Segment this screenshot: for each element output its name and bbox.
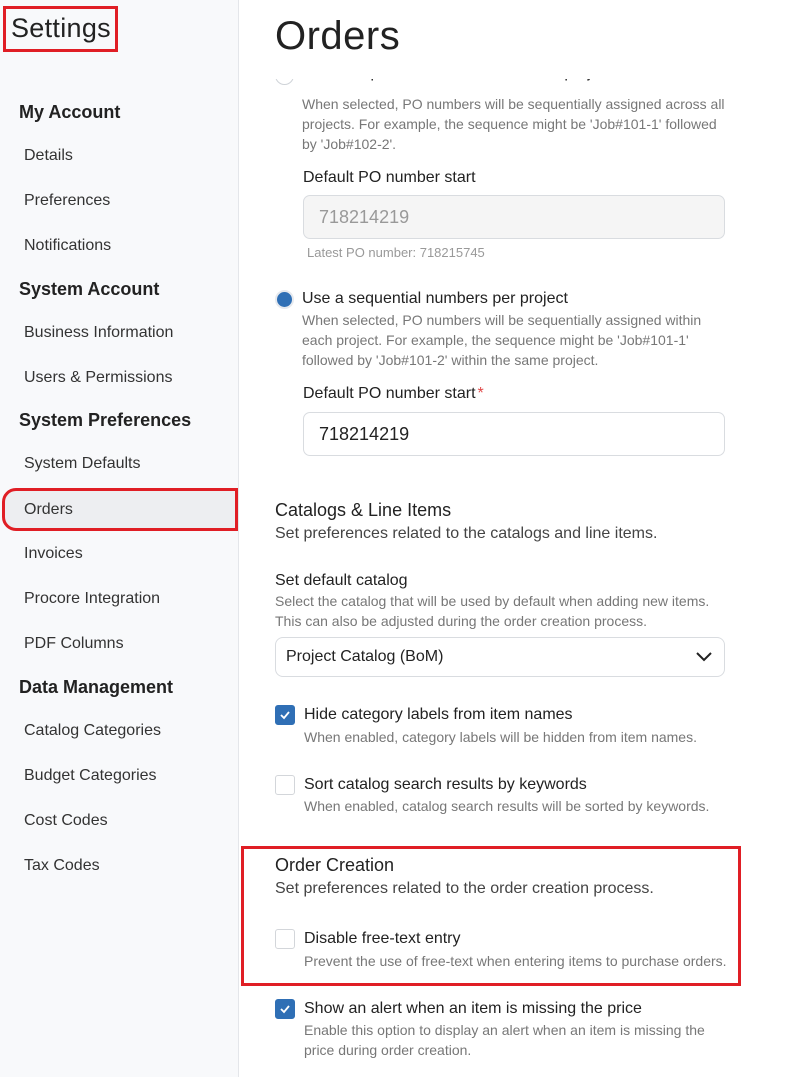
sort-by-keywords-checkbox[interactable] [275,775,295,795]
sidebar-item-catalog-categories[interactable]: Catalog Categories [24,722,161,740]
sidebar-item-budget-categories[interactable]: Budget Categories [24,767,157,785]
radio-sequential-per-project-label: Use a sequential numbers per project [302,290,568,307]
chevron-down-icon [696,652,712,662]
disable-free-text-checkbox[interactable] [275,929,295,949]
missing-price-alert-label: Show an alert when an item is missing th… [304,1000,642,1017]
check-icon [280,711,290,720]
settings-title: Settings [3,6,118,52]
hide-category-labels-desc: When enabled, category labels will be hi… [304,729,697,745]
default-po-start-input-global: 718214219 [303,195,725,239]
default-po-start-label-project: Default PO number start * [303,385,484,403]
page-title: Orders [275,14,401,58]
disable-free-text-label: Disable free-text entry [304,930,461,947]
radio-sequential-all-projects-desc: When selected, PO numbers will be sequen… [302,96,725,152]
default-catalog-desc: Select the catalog that will be used by … [275,593,710,629]
order-creation-desc: Set preferences related to the order cre… [275,880,654,897]
required-mark: * [477,385,484,402]
radio-sequential-per-project-desc: When selected, PO numbers will be sequen… [302,312,702,368]
sort-by-keywords-desc: When enabled, catalog search results wil… [304,798,710,814]
radio-sequential-per-project[interactable] [275,290,294,309]
sidebar-item-tax-codes[interactable]: Tax Codes [24,857,100,875]
sidebar-item-orders[interactable]: Orders [2,488,238,531]
missing-price-alert-checkbox[interactable] [275,999,295,1019]
check-icon [280,1005,290,1014]
default-catalog-value: Project Catalog (BoM) [286,648,444,665]
order-creation-title: Order Creation [275,855,395,875]
sidebar-item-users-permissions[interactable]: Users & Permissions [24,369,172,387]
sidebar-item-orders-label: Orders [24,501,73,518]
sidebar-item-procore-integration[interactable]: Procore Integration [24,590,160,608]
sidebar-item-system-defaults[interactable]: System Defaults [24,455,140,473]
default-po-start-input-project[interactable]: 718214219 [303,412,725,456]
default-po-start-label-global: Default PO number start [303,169,476,186]
section-system-account: System Account [19,279,160,299]
section-data-management: Data Management [19,677,174,697]
default-po-start-label-text: Default PO number start [303,385,476,402]
catalogs-section-desc: Set preferences related to the catalogs … [275,525,658,542]
catalogs-section-title: Catalogs & Line Items [275,500,452,520]
disable-free-text-desc: Prevent the use of free-text when enteri… [304,953,727,969]
sidebar-item-notifications[interactable]: Notifications [24,237,111,255]
sidebar-item-cost-codes[interactable]: Cost Codes [24,812,108,830]
section-system-preferences: System Preferences [19,410,192,430]
default-catalog-label: Set default catalog [275,572,408,589]
sidebar-item-details[interactable]: Details [24,147,73,165]
latest-po-number-helper: Latest PO number: 718215745 [307,245,485,260]
sidebar-item-pdf-columns[interactable]: PDF Columns [24,635,124,653]
main-content: Orders Use a sequential numbers across a… [240,0,798,1077]
missing-price-alert-desc: Enable this option to display an alert w… [304,1022,705,1058]
sidebar-item-preferences[interactable]: Preferences [24,192,110,210]
sidebar-item-invoices[interactable]: Invoices [24,545,83,563]
settings-sidebar: Settings My Account Details Preferences … [0,0,239,1077]
hide-category-labels-label: Hide category labels from item names [304,706,573,723]
sort-by-keywords-label: Sort catalog search results by keywords [304,776,587,793]
default-catalog-select[interactable]: Project Catalog (BoM) [275,637,725,677]
hide-category-labels-checkbox[interactable] [275,705,295,725]
sidebar-item-business-information[interactable]: Business Information [24,324,173,342]
section-my-account: My Account [19,102,121,122]
